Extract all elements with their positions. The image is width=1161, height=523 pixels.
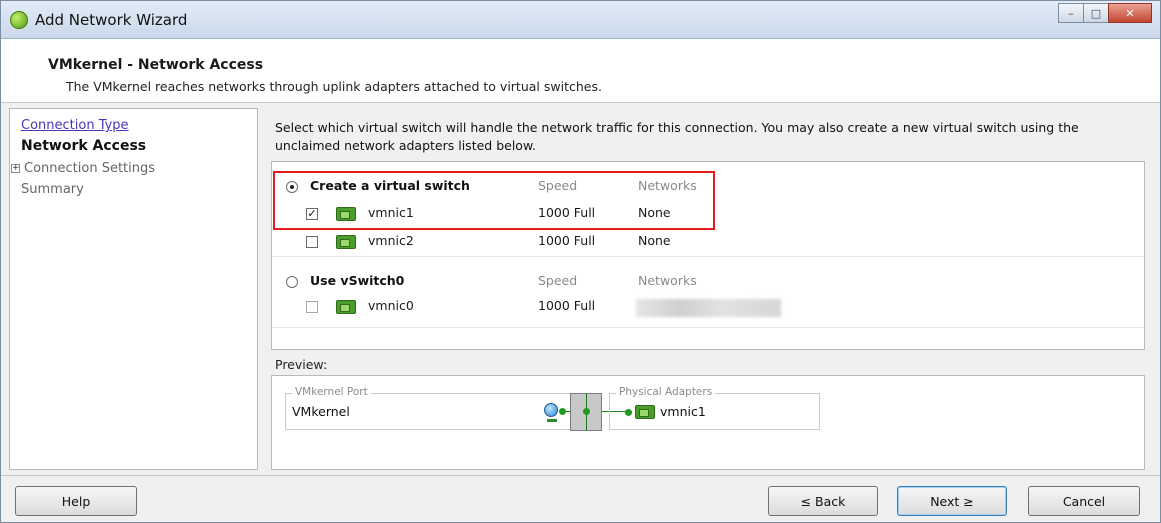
network-adapter-icon — [336, 300, 356, 314]
nav-step-connection-type[interactable]: Connection Type — [21, 118, 129, 133]
vmnic2-checkbox[interactable] — [306, 236, 318, 248]
expand-icon[interactable]: + — [11, 164, 20, 173]
vmnic0-checkbox — [306, 301, 318, 313]
maximize-icon[interactable]: □ — [1083, 3, 1109, 23]
network-adapter-icon — [635, 405, 655, 419]
adapter-row-vmnic0: vmnic0 1000 Full — [306, 298, 1086, 318]
virtual-switch-icon — [570, 393, 602, 431]
speed-column-header: Speed — [538, 273, 578, 288]
connector-dot — [559, 408, 566, 415]
preview-label: Preview: — [275, 357, 328, 372]
nav-step-summary: Summary — [21, 182, 84, 197]
nav-step-connection-settings: + Connection Settings — [10, 161, 155, 176]
option-use-vswitch0[interactable]: Use vSwitch0 Speed Networks — [286, 273, 1086, 293]
adapter-name: vmnic1 — [660, 404, 706, 419]
network-adapter-icon — [336, 235, 356, 249]
row-divider — [272, 327, 1144, 328]
next-button[interactable]: Next ≥ — [897, 486, 1007, 516]
connector-dot — [625, 409, 632, 416]
adapter-networks: None — [638, 233, 671, 248]
port-group-legend: VMkernel Port — [292, 386, 371, 398]
adapter-speed: 1000 Full — [538, 233, 596, 248]
back-button[interactable]: ≤ Back — [768, 486, 878, 516]
highlight-box — [273, 171, 715, 230]
row-divider — [272, 256, 1144, 257]
use-vswitch0-radio[interactable] — [286, 276, 298, 288]
adapter-networks-redacted — [636, 299, 781, 317]
physical-adapters-group: Physical Adapters vmnic1 — [609, 386, 820, 430]
wizard-header: VMkernel - Network Access The VMkernel r… — [1, 39, 1160, 103]
close-icon[interactable]: ✕ — [1108, 3, 1152, 23]
adapter-row-vmnic2[interactable]: vmnic2 1000 Full None — [306, 233, 1086, 253]
page-subtitle: The VMkernel reaches networks through up… — [66, 79, 602, 94]
adapter-speed: 1000 Full — [538, 298, 596, 313]
preview-diagram: VMkernel Port VMkernel Physical Adapters… — [271, 375, 1145, 470]
instructions-text: Select which virtual switch will handle … — [275, 120, 1079, 153]
title-bar: Add Network Wizard – □ ✕ — [1, 1, 1160, 39]
nav-step-network-access: Network Access — [21, 138, 147, 154]
wizard-steps-nav: Connection Type Network Access + Connect… — [9, 108, 258, 470]
connector-dot — [583, 408, 590, 415]
window-title: Add Network Wizard — [35, 11, 188, 29]
page-title: VMkernel - Network Access — [48, 57, 264, 73]
networks-column-header: Networks — [638, 273, 697, 288]
minimize-icon[interactable]: – — [1058, 3, 1084, 23]
adapter-name: vmnic0 — [368, 298, 414, 313]
option-label: Use vSwitch0 — [310, 273, 405, 288]
nav-step-label: Connection Settings — [24, 161, 156, 176]
adapter-name: vmnic2 — [368, 233, 414, 248]
wizard-app-icon — [10, 11, 28, 29]
footer-divider — [1, 475, 1160, 476]
vmkernel-port-group: VMkernel Port VMkernel — [285, 386, 580, 430]
vmkernel-port-icon — [544, 403, 558, 422]
window-controls: – □ ✕ — [1058, 3, 1152, 25]
wizard-window: Add Network Wizard – □ ✕ VMkernel - Netw… — [0, 0, 1161, 523]
adapters-legend: Physical Adapters — [616, 386, 716, 398]
cancel-button[interactable]: Cancel — [1028, 486, 1140, 516]
help-button[interactable]: Help — [15, 486, 137, 516]
port-name: VMkernel — [292, 404, 350, 419]
